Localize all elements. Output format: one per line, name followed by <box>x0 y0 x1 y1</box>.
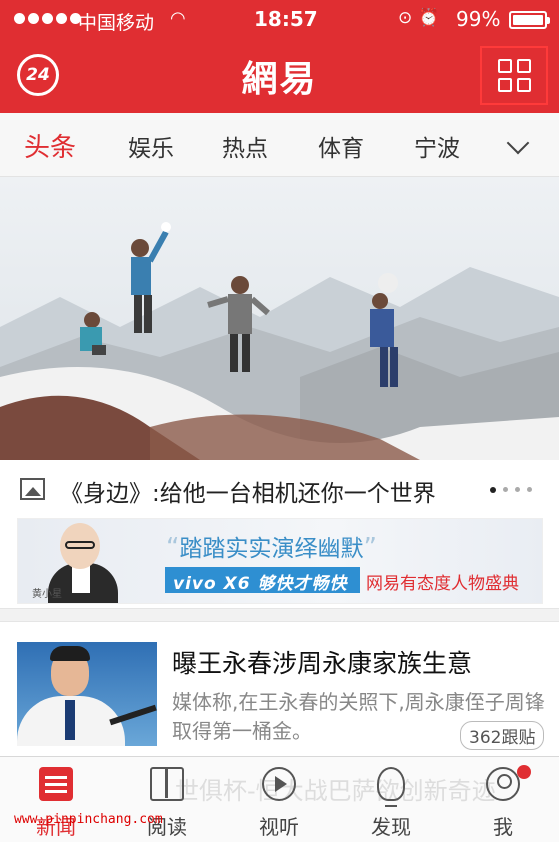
hero-image[interactable] <box>0 177 559 460</box>
reply-count-badge[interactable]: 362跟贴 <box>460 721 545 750</box>
carrier-name: 中国移动 <box>78 12 155 34</box>
signal-icon <box>14 13 81 24</box>
play-icon <box>262 767 296 801</box>
tabbar-news[interactable]: 新闻 <box>16 757 96 842</box>
tab-ningbo[interactable]: 宁波 <box>414 129 460 163</box>
tab-hot[interactable]: 热点 <box>222 129 268 163</box>
tabbar-media-label: 视听 <box>259 815 299 839</box>
hero-photo <box>0 177 559 460</box>
tabbar-discover-label: 发现 <box>371 815 411 839</box>
underlying-headline: 世俱杯-恒大战巴萨欲创新奇迹 <box>175 777 496 805</box>
news-item[interactable]: 曝王永春涉周永康家族生意 媒体称,在王永春的关照下,周永康侄子周锋取得第一桶金。… <box>0 622 559 756</box>
bulb-icon <box>377 767 405 807</box>
battery-percent: 99% <box>456 7 501 31</box>
tabbar-media[interactable]: 视听 <box>239 757 319 842</box>
hero-caption: 《身边》:给他一台相机还你一个世界 <box>60 481 436 507</box>
ad-headline: “踏踏实实演绎幽默” <box>166 533 377 563</box>
wifi-icon: ◠ <box>170 8 186 29</box>
bottom-tab-bar: 世俱杯-恒大战巴萨欲创新奇迹 新闻 阅读 视听 发现 我 <box>0 756 559 842</box>
tab-headline[interactable]: 头条 <box>24 127 76 164</box>
tabbar-discover[interactable]: 发现 <box>351 757 431 842</box>
chevron-down-icon[interactable] <box>506 131 530 155</box>
tabbar-me-label: 我 <box>493 815 513 839</box>
status-time: 18:57 <box>254 7 318 31</box>
ad-vivo-slogan: vivo X6 够快才畅快 <box>165 567 360 594</box>
book-icon <box>150 767 184 801</box>
category-tabs: 头条 娱乐 热点 体育 宁波 <box>0 113 559 177</box>
tabbar-me[interactable]: 我 <box>463 757 543 842</box>
news-title: 曝王永春涉周永康家族生意 <box>172 649 473 678</box>
rotation-lock-alarm-icons: ⊙⏰ <box>398 8 446 28</box>
tabbar-read[interactable]: 阅读 <box>127 757 207 842</box>
app-logo: 網易 <box>241 58 318 100</box>
grid-icon <box>497 59 531 92</box>
ad-person-glasses <box>65 541 95 549</box>
tab-sports[interactable]: 体育 <box>318 129 364 163</box>
ad-tagline: 网易有态度人物盛典 <box>366 574 519 594</box>
news-thumbnail <box>17 642 157 746</box>
hero-caption-bar[interactable]: 《身边》:给他一台相机还你一个世界 <box>0 460 559 516</box>
watermark: www.pinpinchang.com <box>14 812 163 827</box>
top-bar: 中国移动 ◠ 18:57 ⊙⏰ 99% 24 網易 <box>0 0 559 113</box>
news-icon <box>39 767 73 801</box>
ad-signature: 黄小星 <box>32 589 62 600</box>
image-icon <box>20 478 45 500</box>
notification-dot <box>517 765 531 779</box>
battery-icon <box>509 11 550 29</box>
grid-menu-button[interactable] <box>480 46 548 105</box>
status-bar: 中国移动 ◠ 18:57 ⊙⏰ 99% <box>0 0 559 38</box>
user-icon <box>486 767 520 801</box>
section-divider <box>0 608 559 622</box>
tab-entertainment[interactable]: 娱乐 <box>128 129 174 163</box>
ad-banner[interactable]: 黄小星 “踏踏实实演绎幽默” vivo X6 够快才畅快 网易有态度人物盛典 <box>17 518 543 604</box>
carousel-pager <box>490 487 532 493</box>
